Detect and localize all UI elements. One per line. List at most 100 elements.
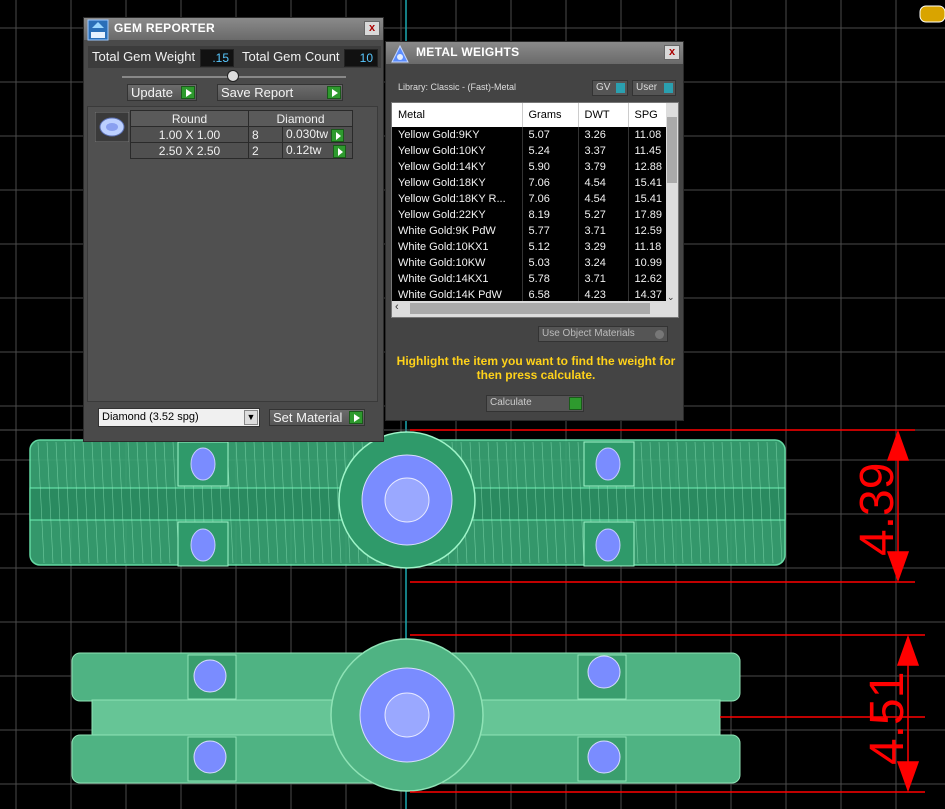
stone-small-8[interactable] (587, 740, 621, 774)
metal-name-cell: Yellow Gold:10KY (392, 143, 523, 159)
spg-cell: 15.41 (628, 175, 669, 191)
chevron-down-icon[interactable]: ▼ (244, 410, 258, 425)
dwt-cell: 3.79 (578, 159, 629, 175)
metal-name-cell: Yellow Gold:9KY (392, 127, 523, 143)
dwt-cell: 4.54 (578, 191, 629, 207)
spg-cell: 11.18 (628, 239, 669, 255)
metal-table-row[interactable]: White Gold:14KX1 5.78 3.71 12.62 (392, 271, 669, 287)
ring-bottom-shaded[interactable] (71, 638, 741, 792)
set-material-button[interactable]: Set Material (269, 409, 365, 426)
grams-cell: 5.90 (522, 159, 579, 175)
gem-size-cell: 1.00 X 1.00 (130, 126, 249, 143)
calculate-button[interactable]: Calculate (486, 395, 584, 412)
metal-table-row[interactable]: Yellow Gold:14KY 5.90 3.79 12.88 (392, 159, 669, 175)
total-gem-count-label: Total Gem Count (242, 49, 340, 64)
stone-small-6[interactable] (193, 740, 227, 774)
dwt-cell: 4.54 (578, 175, 629, 191)
stone-small-2[interactable] (190, 528, 216, 562)
spg-column-header[interactable]: SPG (628, 103, 669, 127)
metal-weights-titlebar[interactable]: METAL WEIGHTS x (386, 42, 683, 64)
stone-small-7[interactable] (587, 655, 621, 689)
stone-small-1[interactable] (190, 447, 216, 481)
material-select[interactable]: Diamond (3.52 spg) ▼ (98, 408, 260, 427)
metal-weights-close-button[interactable]: x (664, 45, 680, 60)
top-right-icon[interactable] (919, 5, 945, 23)
set-material-button-label: Set Material (273, 410, 343, 425)
metal-table-row[interactable]: White Gold:9K PdW 5.77 3.71 12.59 (392, 223, 669, 239)
gem-reporter-titlebar[interactable]: GEM REPORTER x (84, 18, 383, 41)
gem-reporter-panel: GEM REPORTER x Total Gem Weight .15 Tota… (83, 17, 384, 442)
material-select-value: Diamond (3.52 spg) (102, 411, 199, 423)
gem-table-row[interactable]: 1.00 X 1.00 8 0.030tw (130, 126, 353, 143)
gv-toggle-label: GV (596, 82, 611, 93)
dwt-cell: 3.26 (578, 127, 629, 143)
spg-cell: 11.45 (628, 143, 669, 159)
update-arrow-icon (181, 86, 195, 99)
gv-toggle[interactable]: GV (592, 80, 628, 96)
save-report-arrow-icon (327, 86, 341, 99)
gv-toggle-icon (616, 83, 625, 93)
metal-weights-panel: METAL WEIGHTS x Library: Classic - (Fast… (385, 41, 684, 421)
row-arrow-icon[interactable] (332, 144, 346, 158)
metal-name-cell: White Gold:10KX1 (392, 239, 523, 255)
slider-knob[interactable] (227, 70, 239, 82)
scroll-left-icon[interactable]: ‹ (395, 301, 399, 313)
stone-small-3[interactable] (595, 447, 621, 481)
row-arrow-icon[interactable] (331, 128, 345, 142)
dwt-cell: 3.29 (578, 239, 629, 255)
metal-table-row[interactable]: White Gold:10KW 5.03 3.24 10.99 (392, 255, 669, 271)
gem-size-cell: 2.50 X 2.50 (130, 142, 249, 159)
metal-column-header[interactable]: Metal (392, 103, 523, 127)
metal-table-horizontal-scrollbar[interactable]: ‹ (392, 301, 678, 317)
metal-name-cell: Yellow Gold:18KY (392, 175, 523, 191)
grams-cell: 7.06 (522, 175, 579, 191)
round-gem-icon (95, 112, 129, 142)
update-button[interactable]: Update (127, 84, 197, 101)
dwt-cell: 3.71 (578, 223, 629, 239)
user-toggle-label: User (636, 82, 658, 93)
grams-cell: 5.07 (522, 127, 579, 143)
metal-name-cell: White Gold:14KX1 (392, 271, 523, 287)
metal-table-row[interactable]: White Gold:10KX1 5.12 3.29 11.18 (392, 239, 669, 255)
metal-name-cell: White Gold:9K PdW (392, 223, 523, 239)
metal-name-cell: Yellow Gold:22KY (392, 207, 523, 223)
metal-weights-title: METAL WEIGHTS (416, 45, 520, 59)
grams-column-header[interactable]: Grams (522, 103, 579, 127)
horizontal-scroll-thumb[interactable] (410, 303, 650, 314)
metal-table-row[interactable]: Yellow Gold:9KY 5.07 3.26 11.08 (392, 127, 669, 143)
user-toggle[interactable]: User (632, 80, 676, 96)
metal-table-row[interactable]: Yellow Gold:22KY 8.19 5.27 17.89 (392, 207, 669, 223)
save-report-button[interactable]: Save Report (217, 84, 343, 101)
grams-cell: 7.06 (522, 191, 579, 207)
metal-table-row[interactable]: Yellow Gold:18KY R... 7.06 4.54 15.41 (392, 191, 669, 207)
vertical-scroll-thumb[interactable] (667, 117, 677, 183)
spg-cell: 12.59 (628, 223, 669, 239)
metal-table: Metal Grams DWT SPG Yellow Gold:9KY 5.07 3… (392, 103, 669, 303)
metal-table-container: Metal Grams DWT SPG Yellow Gold:9KY 5.07 3… (391, 102, 679, 318)
grams-cell: 5.78 (522, 271, 579, 287)
metal-weights-app-icon (391, 44, 409, 63)
dwt-column-header[interactable]: DWT (578, 103, 629, 127)
metal-table-row[interactable]: Yellow Gold:18KY 7.06 4.54 15.41 (392, 175, 669, 191)
save-report-button-label: Save Report (221, 85, 294, 100)
use-object-materials-label: Use Object Materials (542, 328, 635, 339)
spg-cell: 12.62 (628, 271, 669, 287)
metal-table-row[interactable]: Yellow Gold:10KY 5.24 3.37 11.45 (392, 143, 669, 159)
gem-table-row[interactable]: 2.50 X 2.50 2 0.12tw (130, 142, 353, 159)
gem-count-cell: 8 (248, 126, 283, 143)
use-object-materials-toggle[interactable]: Use Object Materials (538, 326, 668, 342)
dwt-cell: 5.27 (578, 207, 629, 223)
calculate-arrow-icon (569, 397, 582, 410)
stone-small-4[interactable] (595, 528, 621, 562)
dwt-cell: 3.37 (578, 143, 629, 159)
ring-top-wireframe[interactable] (29, 431, 786, 569)
dwt-cell: 3.71 (578, 271, 629, 287)
gem-table-header-shape: Round (130, 110, 249, 127)
stone-small-5[interactable] (193, 659, 227, 693)
spg-cell: 12.88 (628, 159, 669, 175)
metal-table-vertical-scrollbar[interactable]: ⌄ (666, 103, 678, 303)
gem-reporter-close-button[interactable]: x (364, 21, 380, 36)
metal-name-cell: Yellow Gold:18KY R... (392, 191, 523, 207)
grams-cell: 5.12 (522, 239, 579, 255)
gem-table: Round Diamond 1.00 X 1.00 8 0.030tw 2.50… (130, 110, 353, 159)
